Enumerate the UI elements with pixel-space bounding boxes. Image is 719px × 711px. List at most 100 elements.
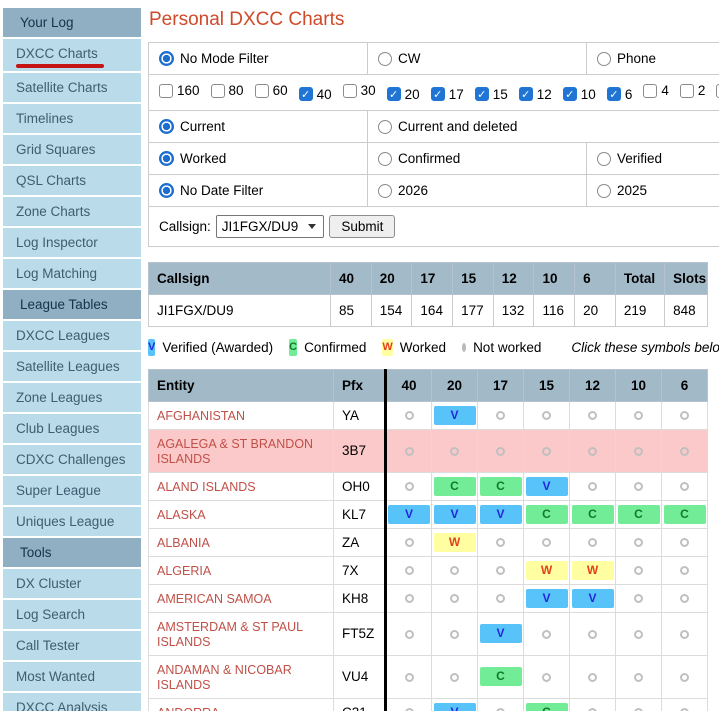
slot-notworked[interactable]	[450, 594, 459, 603]
slot-notworked[interactable]	[542, 673, 551, 682]
band-checkbox-15[interactable]: ✓	[475, 87, 489, 101]
sidebar-item-dxcc-analysis[interactable]: DXCC Analysis	[3, 693, 141, 711]
sidebar-item-satellite-charts[interactable]: Satellite Charts	[3, 73, 141, 102]
band-checkbox-2[interactable]	[680, 84, 694, 98]
slot-notworked[interactable]	[496, 594, 505, 603]
slot-notworked[interactable]	[680, 538, 689, 547]
slot-confirmed-badge[interactable]: C	[480, 477, 522, 496]
slot-notworked[interactable]	[588, 482, 597, 491]
band-checkbox-6[interactable]: ✓	[607, 87, 621, 101]
radio-2026[interactable]	[378, 184, 392, 198]
sidebar-item-cdxc-challenges[interactable]: CDXC Challenges	[3, 445, 141, 474]
slot-verified-badge[interactable]: V	[388, 505, 430, 524]
slot-notworked[interactable]	[405, 673, 414, 682]
sidebar-item-super-league[interactable]: Super League	[3, 476, 141, 505]
sidebar-item-grid-squares[interactable]: Grid Squares	[3, 135, 141, 164]
sidebar-item-qsl-charts[interactable]: QSL Charts	[3, 166, 141, 195]
radio-current[interactable]	[159, 119, 174, 134]
slot-notworked[interactable]	[680, 482, 689, 491]
slot-notworked[interactable]	[496, 538, 505, 547]
slot-notworked[interactable]	[680, 411, 689, 420]
slot-notworked[interactable]	[634, 594, 643, 603]
slot-verified-badge[interactable]: V	[526, 477, 568, 496]
sidebar-item-timelines[interactable]: Timelines	[3, 104, 141, 133]
band-checkbox-20[interactable]: ✓	[387, 87, 401, 101]
slot-verified-badge[interactable]: V	[572, 589, 614, 608]
slot-notworked[interactable]	[680, 630, 689, 639]
entity-link[interactable]: ALAND ISLANDS	[157, 480, 256, 494]
band-checkbox-4[interactable]	[643, 84, 657, 98]
slot-notworked[interactable]	[634, 673, 643, 682]
slot-notworked[interactable]	[542, 630, 551, 639]
sidebar-item-satellite-leagues[interactable]: Satellite Leagues	[3, 352, 141, 381]
band-checkbox-40[interactable]: ✓	[299, 87, 313, 101]
entity-link[interactable]: AMSTERDAM & ST PAUL ISLANDS	[157, 620, 303, 649]
slot-notworked[interactable]	[634, 566, 643, 575]
sidebar-item-dx-cluster[interactable]: DX Cluster	[3, 569, 141, 598]
entity-link[interactable]: ALASKA	[157, 508, 206, 522]
radio-verified[interactable]	[597, 152, 611, 166]
slot-notworked[interactable]	[450, 630, 459, 639]
slot-notworked[interactable]	[542, 447, 551, 456]
band-checkbox-12[interactable]: ✓	[519, 87, 533, 101]
slot-notworked[interactable]	[634, 447, 643, 456]
entity-link[interactable]: ANDORRA	[157, 706, 220, 711]
submit-button[interactable]: Submit	[329, 215, 395, 238]
slot-verified-badge[interactable]: V	[434, 505, 476, 524]
band-checkbox-10[interactable]: ✓	[563, 87, 577, 101]
slot-notworked[interactable]	[405, 594, 414, 603]
slot-confirmed-badge[interactable]: C	[572, 505, 614, 524]
slot-notworked[interactable]	[450, 566, 459, 575]
slot-worked-badge[interactable]: W	[572, 561, 614, 580]
slot-verified-badge[interactable]: V	[526, 589, 568, 608]
slot-notworked[interactable]	[405, 447, 414, 456]
entity-link[interactable]: ANDAMAN & NICOBAR ISLANDS	[157, 663, 292, 692]
radio-worked[interactable]	[159, 151, 174, 166]
slot-verified-badge[interactable]: V	[434, 703, 476, 711]
slot-notworked[interactable]	[680, 594, 689, 603]
sidebar-item-call-tester[interactable]: Call Tester	[3, 631, 141, 660]
slot-notworked[interactable]	[450, 447, 459, 456]
slot-notworked[interactable]	[588, 673, 597, 682]
slot-worked-badge[interactable]: W	[526, 561, 568, 580]
slot-confirmed-badge[interactable]: C	[618, 505, 660, 524]
band-checkbox-17[interactable]: ✓	[431, 87, 445, 101]
slot-notworked[interactable]	[680, 447, 689, 456]
band-checkbox-160[interactable]	[159, 84, 173, 98]
entity-link[interactable]: AGALEGA & ST BRANDON ISLANDS	[157, 437, 313, 466]
slot-notworked[interactable]	[680, 673, 689, 682]
sidebar-item-uniques-league[interactable]: Uniques League	[3, 507, 141, 536]
sidebar-item-dxcc-leagues[interactable]: DXCC Leagues	[3, 321, 141, 350]
entity-link[interactable]: AMERICAN SAMOA	[157, 592, 272, 606]
slot-confirmed-badge[interactable]: C	[434, 477, 476, 496]
sidebar-item-dxcc-charts[interactable]: DXCC Charts	[3, 39, 141, 71]
slot-notworked[interactable]	[496, 447, 505, 456]
slot-confirmed-badge[interactable]: C	[480, 667, 522, 686]
slot-notworked[interactable]	[680, 566, 689, 575]
radio-confirmed[interactable]	[378, 152, 392, 166]
radio-no-date-filter[interactable]	[159, 183, 174, 198]
slot-notworked[interactable]	[405, 566, 414, 575]
sidebar-item-log-matching[interactable]: Log Matching	[3, 259, 141, 288]
callsign-select[interactable]: JI1FGX/DU9	[216, 215, 325, 238]
radio-cw[interactable]	[378, 52, 392, 66]
sidebar-item-log-inspector[interactable]: Log Inspector	[3, 228, 141, 257]
slot-verified-badge[interactable]: V	[480, 624, 522, 643]
slot-notworked[interactable]	[542, 411, 551, 420]
slot-notworked[interactable]	[405, 411, 414, 420]
radio-current-and-deleted[interactable]	[378, 120, 392, 134]
entity-link[interactable]: ALGERIA	[157, 564, 211, 578]
slot-confirmed-badge[interactable]: C	[664, 505, 706, 524]
slot-notworked[interactable]	[634, 630, 643, 639]
slot-notworked[interactable]	[496, 566, 505, 575]
band-checkbox-80[interactable]	[211, 84, 225, 98]
sidebar-item-log-search[interactable]: Log Search	[3, 600, 141, 629]
entity-link[interactable]: ALBANIA	[157, 536, 210, 550]
slot-notworked[interactable]	[588, 630, 597, 639]
slot-confirmed-badge[interactable]: C	[526, 505, 568, 524]
sidebar-item-zone-leagues[interactable]: Zone Leagues	[3, 383, 141, 412]
entity-link[interactable]: AFGHANISTAN	[157, 409, 245, 423]
sidebar-item-zone-charts[interactable]: Zone Charts	[3, 197, 141, 226]
radio-2025[interactable]	[597, 184, 611, 198]
sidebar-item-most-wanted[interactable]: Most Wanted	[3, 662, 141, 691]
